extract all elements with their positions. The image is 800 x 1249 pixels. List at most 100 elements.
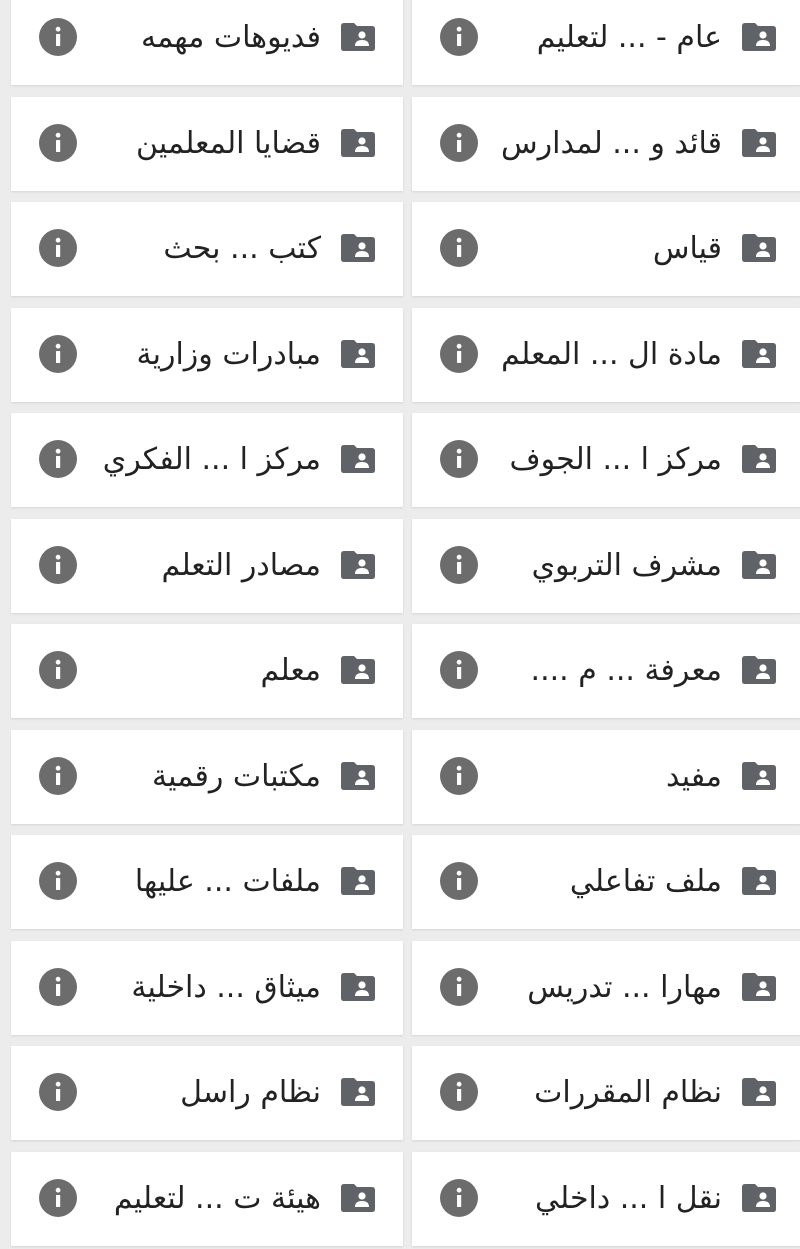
folder-name: فديوهات مهمه (141, 0, 321, 85)
folder-item[interactable]: قياس (412, 202, 800, 296)
info-icon[interactable] (39, 862, 77, 900)
info-icon[interactable] (440, 862, 478, 900)
shared-folder-icon (742, 234, 776, 262)
info-icon[interactable] (39, 1179, 77, 1217)
info-icon[interactable] (39, 229, 77, 267)
folder-row: قضايا المعلمين قائد و ... لمدارس (0, 89, 800, 195)
info-icon[interactable] (39, 18, 77, 56)
info-icon[interactable] (440, 968, 478, 1006)
folder-name: قياس (653, 202, 722, 296)
shared-folder-icon (742, 762, 776, 790)
folder-name: مهارا ... تدريس (527, 941, 722, 1035)
info-icon[interactable] (440, 757, 478, 795)
folder-name: مشرف التربوي (532, 519, 722, 613)
folder-name: مفيد (666, 730, 722, 824)
info-icon[interactable] (39, 651, 77, 689)
folder-item[interactable]: نظام راسل (11, 1046, 403, 1140)
folder-name: مركز ا ... الجوف (510, 413, 722, 507)
folder-row: ملفات ... عليها ملف تفاعلي (0, 827, 800, 933)
folder-item[interactable]: مكتبات رقمية (11, 730, 403, 824)
folder-item[interactable]: مركز ا ... الفكري (11, 413, 403, 507)
shared-folder-icon (742, 129, 776, 157)
folder-row: مركز ا ... الفكري مركز ا ... الجوف (0, 405, 800, 511)
folder-item[interactable]: ملف تفاعلي (412, 835, 800, 929)
folder-row: مبادرات وزارية مادة ال ... المعلم (0, 300, 800, 406)
info-icon[interactable] (39, 124, 77, 162)
folder-name: عام - ... لتعليم (537, 0, 722, 85)
info-icon[interactable] (39, 968, 77, 1006)
folder-name: نظام المقررات (534, 1046, 722, 1140)
shared-folder-icon (742, 340, 776, 368)
folder-item[interactable]: مادة ال ... المعلم (412, 308, 800, 402)
shared-folder-icon (341, 551, 375, 579)
shared-folder-icon (341, 1184, 375, 1212)
folder-name: معرفة ... م .... (531, 624, 722, 718)
folder-item[interactable]: معلم (11, 624, 403, 718)
info-icon[interactable] (440, 124, 478, 162)
info-icon[interactable] (39, 335, 77, 373)
folder-row: مصادر التعلم مشرف التربوي (0, 511, 800, 617)
folder-row: ميثاق ... داخلية مهارا ... تدريس (0, 933, 800, 1039)
folder-item[interactable]: مبادرات وزارية (11, 308, 403, 402)
shared-folder-icon (341, 762, 375, 790)
folder-name: مركز ا ... الفكري (103, 413, 321, 507)
folder-name: ميثاق ... داخلية (131, 941, 321, 1035)
folder-item[interactable]: ميثاق ... داخلية (11, 941, 403, 1035)
shared-folder-icon (341, 867, 375, 895)
info-icon[interactable] (440, 1179, 478, 1217)
shared-folder-icon (742, 867, 776, 895)
shared-folder-icon (341, 234, 375, 262)
info-icon[interactable] (440, 651, 478, 689)
folder-name: مبادرات وزارية (137, 308, 321, 402)
folder-item[interactable]: قضايا المعلمين (11, 97, 403, 191)
folder-row: فديوهات مهمه عام - ... لتعليم (0, 0, 800, 89)
shared-folder-icon (341, 340, 375, 368)
info-icon[interactable] (39, 757, 77, 795)
shared-folder-icon (341, 973, 375, 1001)
folder-name: معلم (261, 624, 321, 718)
folder-row: معلم معرفة ... م .... (0, 616, 800, 722)
shared-folder-icon (742, 1184, 776, 1212)
shared-folder-icon (742, 23, 776, 51)
folder-name: مادة ال ... المعلم (501, 308, 722, 402)
folder-row: نظام راسل نظام المقررات (0, 1038, 800, 1144)
folder-row: مكتبات رقمية مفيد (0, 722, 800, 828)
info-icon[interactable] (440, 1073, 478, 1111)
folder-name: هيئة ت ... لتعليم (114, 1152, 321, 1246)
shared-folder-icon (742, 1078, 776, 1106)
folder-item[interactable]: كتب ... بحث (11, 202, 403, 296)
info-icon[interactable] (440, 335, 478, 373)
folder-name: كتب ... بحث (163, 202, 321, 296)
info-icon[interactable] (440, 546, 478, 584)
folder-item[interactable]: مصادر التعلم (11, 519, 403, 613)
folder-name: نظام راسل (180, 1046, 321, 1140)
folder-item[interactable]: نقل ا ... داخلي (412, 1152, 800, 1246)
folder-name: ملفات ... عليها (135, 835, 321, 929)
shared-folder-icon (341, 445, 375, 473)
folder-item[interactable]: هيئة ت ... لتعليم (11, 1152, 403, 1246)
folder-name: نقل ا ... داخلي (535, 1152, 722, 1246)
folder-row: هيئة ت ... لتعليم نقل ا ... داخلي (0, 1144, 800, 1249)
info-icon[interactable] (39, 546, 77, 584)
folder-item[interactable]: نظام المقررات (412, 1046, 800, 1140)
folder-item[interactable]: فديوهات مهمه (11, 0, 403, 85)
shared-folder-icon (341, 656, 375, 684)
folder-item[interactable]: قائد و ... لمدارس (412, 97, 800, 191)
info-icon[interactable] (440, 18, 478, 56)
folder-row: كتب ... بحث قياس (0, 194, 800, 300)
folder-item[interactable]: ملفات ... عليها (11, 835, 403, 929)
folder-item[interactable]: مشرف التربوي (412, 519, 800, 613)
shared-folder-icon (742, 445, 776, 473)
folder-item[interactable]: مفيد (412, 730, 800, 824)
shared-folder-icon (742, 551, 776, 579)
info-icon[interactable] (440, 229, 478, 267)
folder-item[interactable]: مركز ا ... الجوف (412, 413, 800, 507)
folder-item[interactable]: عام - ... لتعليم (412, 0, 800, 85)
info-icon[interactable] (39, 1073, 77, 1111)
folder-name: قائد و ... لمدارس (501, 97, 722, 191)
info-icon[interactable] (39, 440, 77, 478)
folder-item[interactable]: معرفة ... م .... (412, 624, 800, 718)
info-icon[interactable] (440, 440, 478, 478)
folder-name: ملف تفاعلي (570, 835, 722, 929)
folder-item[interactable]: مهارا ... تدريس (412, 941, 800, 1035)
